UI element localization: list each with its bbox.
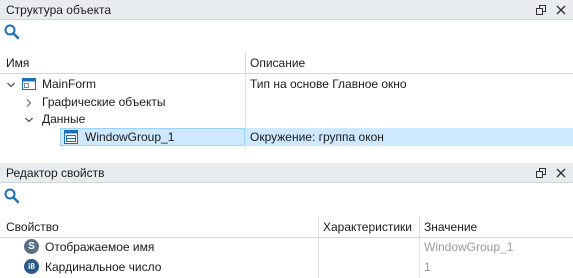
tree-item-label: MainForm	[42, 77, 97, 91]
chevron-down-icon[interactable]	[24, 114, 34, 124]
tree-item-label: WindowGroup_1	[85, 130, 175, 144]
property-row-cardinal[interactable]: i8 Кардинальное число 1	[0, 258, 573, 276]
form-icon	[21, 76, 37, 92]
property-name: Отображаемое имя	[45, 240, 155, 254]
search-icon[interactable]	[3, 23, 21, 41]
window-group-icon	[63, 129, 79, 145]
tree-row-data[interactable]: Данные	[0, 110, 573, 128]
properties-panel-header: Редактор свойств	[0, 163, 573, 183]
chevron-down-icon[interactable]	[6, 79, 16, 89]
properties-column-header: Свойство Характеристики Значение	[0, 216, 573, 238]
integer-type-icon: i8	[24, 259, 39, 274]
close-icon[interactable]	[553, 165, 569, 181]
tree-row-windowgroup[interactable]: WindowGroup_1 Окружение: группа окон	[0, 128, 573, 146]
column-name[interactable]: Имя	[6, 56, 29, 70]
tree-item-description: Окружение: группа окон	[250, 130, 384, 144]
structure-search-bar[interactable]	[0, 20, 573, 44]
property-value[interactable]: 1	[424, 260, 431, 274]
column-value[interactable]: Значение	[424, 220, 477, 234]
structure-column-header: Имя Описание	[0, 52, 573, 74]
tree-row-graphic-objects[interactable]: Графические объекты	[0, 93, 573, 111]
tree-item-label: Графические объекты	[42, 95, 166, 109]
property-value[interactable]: WindowGroup_1	[424, 240, 513, 254]
column-separator[interactable]	[318, 216, 319, 238]
tree-item-description: Тип на основе Главное окно	[250, 77, 407, 91]
column-separator[interactable]	[245, 52, 246, 74]
column-property[interactable]: Свойство	[6, 220, 59, 234]
property-row-display-name[interactable]: S Отображаемое имя WindowGroup_1	[0, 238, 573, 256]
tree-row-mainform[interactable]: MainForm Тип на основе Главное окно	[0, 75, 573, 93]
column-characteristics[interactable]: Характеристики	[323, 220, 412, 234]
float-window-icon[interactable]	[533, 2, 549, 18]
search-icon[interactable]	[3, 187, 21, 205]
properties-panel-title: Редактор свойств	[6, 166, 105, 180]
string-type-icon: S	[24, 239, 39, 254]
properties-search-bar[interactable]	[0, 184, 573, 208]
tree-item-label: Данные	[42, 112, 86, 126]
close-icon[interactable]	[553, 2, 569, 18]
structure-panel-header: Структура объекта	[0, 0, 573, 20]
structure-panel-title: Структура объекта	[6, 3, 112, 17]
property-name: Кардинальное число	[45, 260, 162, 274]
chevron-right-icon[interactable]	[24, 97, 34, 107]
float-window-icon[interactable]	[533, 165, 549, 181]
column-separator[interactable]	[419, 216, 420, 238]
column-description[interactable]: Описание	[250, 56, 305, 70]
